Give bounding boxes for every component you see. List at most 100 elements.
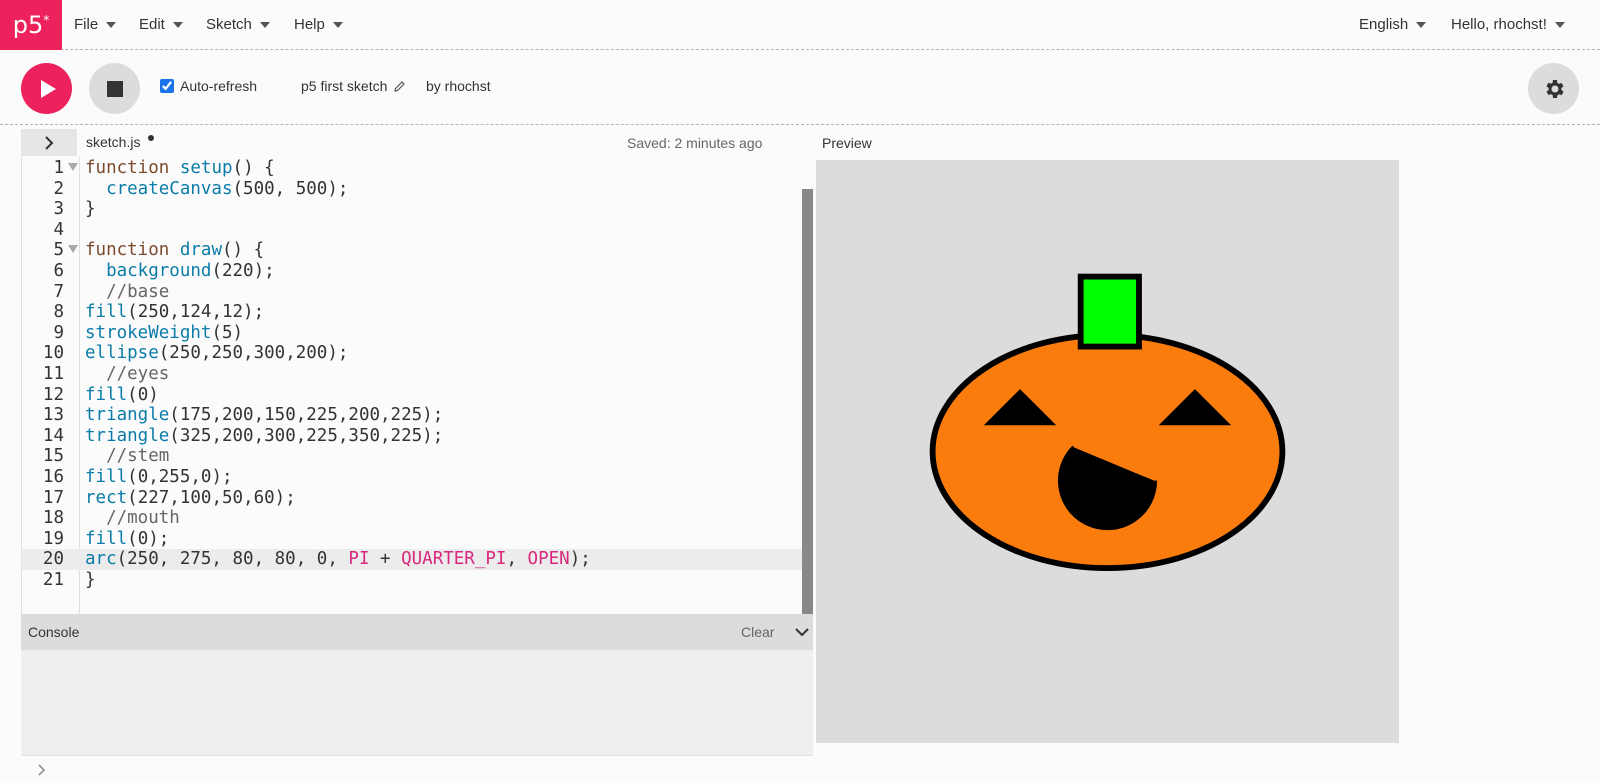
menu-sketch-label: Sketch	[206, 16, 252, 33]
code-text: }	[85, 570, 96, 590]
fold-arrow-icon[interactable]	[68, 245, 78, 254]
code-text: strokeWeight(5)	[85, 322, 244, 343]
code-line[interactable]: 5 function draw() {	[22, 240, 802, 261]
menu-sketch[interactable]: Sketch	[206, 16, 270, 33]
chevron-down-icon	[106, 21, 117, 28]
code-line[interactable]: 13 triangle(175,200,150,225,200,225);	[22, 405, 802, 426]
logo-text: p5	[12, 11, 44, 39]
unsaved-indicator	[148, 135, 154, 141]
code-text: rect(227,100,50,60);	[85, 487, 296, 508]
code-text: fill(250,124,12);	[85, 302, 265, 323]
sketch-owner: by rhochst	[426, 78, 491, 94]
line-number: 14	[42, 425, 64, 446]
auto-refresh-toggle[interactable]: Auto-refresh	[160, 78, 257, 94]
language-label: English	[1359, 16, 1409, 33]
settings-button[interactable]	[1528, 63, 1579, 114]
p5-logo[interactable]: p5 *	[0, 0, 62, 50]
line-number: 16	[42, 467, 64, 487]
code-line[interactable]: 7 //base	[22, 282, 802, 303]
saved-status: Saved: 2 minutes ago	[627, 135, 763, 151]
code-line[interactable]: 18 //mouth	[22, 508, 802, 529]
code-line[interactable]: 9 strokeWeight(5)	[22, 323, 802, 344]
menu-file[interactable]: File	[74, 16, 117, 33]
code-line[interactable]: 8 fill(250,124,12);	[22, 302, 802, 323]
pumpkin-drawing	[816, 160, 1399, 743]
play-icon	[41, 79, 56, 98]
code-editor[interactable]: 1 function setup() {2 createCanvas(500, 5…	[21, 157, 813, 614]
code-text: background(220);	[106, 261, 275, 281]
code-text: //base	[85, 281, 170, 302]
code-line[interactable]: 11 //eyes	[22, 364, 802, 385]
fold-arrow-icon[interactable]	[68, 163, 78, 171]
code-line[interactable]: 3}	[22, 199, 802, 220]
pencil-icon[interactable]	[393, 80, 406, 93]
menu-help[interactable]: Help	[294, 16, 343, 33]
toolbar: Auto-refresh p5 first sketch by rhochst	[0, 51, 1600, 125]
line-number: 17	[42, 487, 64, 508]
menu-edit[interactable]: Edit	[139, 16, 183, 33]
console-input[interactable]	[21, 755, 813, 782]
code-text: //mouth	[85, 508, 180, 529]
auto-refresh-label: Auto-refresh	[180, 78, 258, 94]
chevron-down-icon	[1416, 21, 1427, 28]
console-clear-button[interactable]: Clear	[741, 624, 774, 640]
code-line[interactable]: 12 fill(0)	[22, 385, 802, 406]
logo-asterisk: *	[43, 13, 50, 27]
line-number: 1	[53, 158, 64, 178]
code-text: createCanvas(500, 500);	[106, 178, 349, 199]
code-text: function draw() {	[85, 240, 265, 261]
pumpkin-body	[929, 331, 1286, 572]
menu-edit-label: Edit	[139, 16, 165, 33]
language-menu[interactable]: English	[1359, 16, 1427, 33]
line-number: 11	[42, 364, 64, 384]
play-button[interactable]	[21, 63, 72, 114]
console-output	[21, 650, 813, 755]
line-number: 5	[53, 240, 64, 261]
file-tab[interactable]: sketch.js	[86, 134, 140, 150]
chevron-down-icon	[172, 21, 183, 28]
line-number: 3	[53, 199, 64, 220]
code-line[interactable]: 17 rect(227,100,50,60);	[22, 488, 802, 509]
chevron-down-icon[interactable]	[795, 627, 809, 637]
line-number: 13	[42, 405, 64, 426]
preview-canvas[interactable]	[816, 160, 1399, 743]
user-menu[interactable]: Hello, rhochst!	[1451, 16, 1565, 33]
editor-scrollbar[interactable]	[802, 189, 813, 614]
code-line[interactable]: 19 fill(0);	[22, 529, 802, 550]
user-greeting: Hello, rhochst!	[1451, 16, 1547, 33]
stop-icon	[106, 80, 123, 97]
code-line[interactable]: 4	[22, 220, 802, 241]
code-line[interactable]: 21}	[22, 570, 802, 591]
code-line[interactable]: 15 //stem	[22, 446, 802, 467]
code-text: ellipse(250,250,300,200);	[85, 343, 349, 364]
code-line[interactable]: 10 ellipse(250,250,300,200);	[22, 343, 802, 364]
preview-label: Preview	[822, 135, 872, 151]
code-text: function setup() {	[85, 158, 275, 178]
sketch-name[interactable]: p5 first sketch	[301, 78, 406, 94]
line-number: 20	[42, 549, 64, 570]
code-text: //eyes	[85, 364, 170, 384]
code-line[interactable]: 6 background(220);	[22, 261, 802, 282]
console-title: Console	[28, 624, 80, 640]
sidebar-expand-button[interactable]	[21, 129, 77, 156]
code-line[interactable]: 14 triangle(325,200,300,225,350,225);	[22, 426, 802, 447]
gear-icon	[1545, 79, 1564, 98]
chevron-right-icon	[45, 135, 54, 150]
line-number: 12	[42, 384, 64, 405]
code-text: triangle(325,200,300,225,350,225);	[85, 425, 444, 446]
code-text: fill(0);	[85, 528, 170, 549]
code-text: //stem	[85, 446, 170, 467]
auto-refresh-checkbox[interactable]	[160, 79, 174, 93]
stop-button[interactable]	[89, 63, 140, 114]
code-line[interactable]: 20 arc(250, 275, 80, 80, 0, PI + QUARTER_…	[22, 549, 802, 571]
chevron-down-icon	[259, 21, 270, 28]
line-number: 7	[53, 281, 64, 302]
menu-file-label: File	[74, 16, 99, 33]
console-header: Console Clear	[21, 614, 813, 650]
code-line[interactable]: 2 createCanvas(500, 500);	[22, 179, 802, 200]
code-line[interactable]: 16 fill(0,255,0);	[22, 467, 802, 488]
code-line[interactable]: 1 function setup() {	[22, 158, 802, 179]
line-number: 9	[53, 322, 64, 343]
line-number: 4	[53, 219, 64, 240]
line-number: 19	[42, 528, 64, 549]
